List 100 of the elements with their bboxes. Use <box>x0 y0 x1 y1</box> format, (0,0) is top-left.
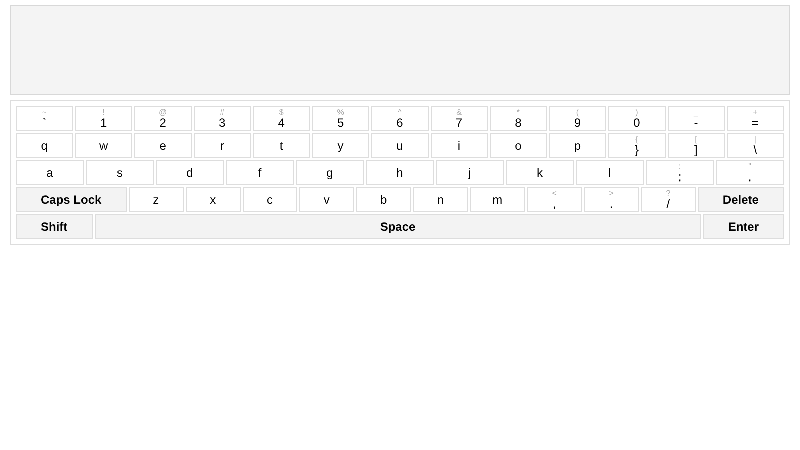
key[interactable]: ( 9 <box>549 106 606 131</box>
shift-symbol: < <box>552 190 557 198</box>
key[interactable]: c <box>242 187 298 212</box>
key-label: 2 <box>160 116 166 128</box>
key[interactable]: @ 2 <box>134 106 192 131</box>
key[interactable]: z <box>128 187 184 212</box>
key[interactable]: g <box>296 160 364 185</box>
shift-symbol: & <box>456 108 462 116</box>
key-label: = <box>752 116 759 128</box>
key[interactable]: _ - <box>668 106 725 131</box>
shift-symbol: ? <box>666 190 671 198</box>
key-label: e <box>160 140 166 152</box>
key-label: w <box>100 140 108 152</box>
key-label: y <box>338 140 344 152</box>
key-label: } <box>634 144 639 156</box>
key[interactable]: Shift <box>16 214 93 239</box>
key-label: k <box>537 166 543 178</box>
key[interactable]: : ; <box>646 160 714 185</box>
key[interactable]: Delete <box>698 187 784 212</box>
key-label: 7 <box>456 116 463 128</box>
key[interactable]: h <box>366 160 434 185</box>
shift-symbol: * <box>516 108 520 116</box>
shift-symbol: % <box>337 108 344 116</box>
key-label: 8 <box>515 116 522 128</box>
key[interactable]: q <box>16 133 74 158</box>
key-label: ; <box>678 170 682 182</box>
key[interactable]: Enter <box>703 214 784 239</box>
key[interactable]: b <box>356 187 412 212</box>
key[interactable]: x <box>186 187 241 212</box>
key[interactable]: ? / <box>640 187 696 212</box>
key[interactable]: % 5 <box>312 106 370 131</box>
key[interactable]: e <box>134 133 192 158</box>
key[interactable]: < , <box>527 187 582 212</box>
key-label: o <box>515 140 522 152</box>
key-label: g <box>326 166 334 178</box>
key[interactable]: * 8 <box>490 106 548 131</box>
shift-symbol: { <box>636 136 638 144</box>
key-label: . <box>610 198 614 210</box>
key-label: u <box>396 140 404 152</box>
key-label: , <box>748 170 752 182</box>
key[interactable]: [ ] <box>668 133 725 158</box>
shift-symbol: " <box>748 162 752 170</box>
key[interactable]: j <box>436 160 504 185</box>
key[interactable]: ~ ` <box>16 106 74 131</box>
text-display[interactable] <box>10 5 790 95</box>
key[interactable]: p <box>549 133 606 158</box>
key[interactable]: ) 0 <box>608 106 666 131</box>
key-label: i <box>458 140 461 152</box>
key-label: l <box>608 166 612 178</box>
shift-symbol: # <box>220 108 225 116</box>
key[interactable]: s <box>86 160 154 185</box>
key-label: a <box>46 166 54 178</box>
key[interactable]: ! 1 <box>75 106 132 131</box>
key-label: r <box>220 140 224 152</box>
key[interactable]: $ 4 <box>252 106 310 131</box>
key[interactable]: " , <box>716 160 784 185</box>
key[interactable]: # 3 <box>194 106 251 131</box>
shift-symbol: > <box>609 190 614 198</box>
key[interactable]: f <box>226 160 294 185</box>
key[interactable]: > . <box>584 187 639 212</box>
key[interactable]: w <box>75 133 132 158</box>
key[interactable]: | \ <box>726 133 784 158</box>
key[interactable]: r <box>194 133 251 158</box>
key-label: - <box>694 116 698 128</box>
key[interactable]: Caps Lock <box>16 187 127 212</box>
shift-symbol: ~ <box>42 108 47 116</box>
key[interactable]: l <box>576 160 644 185</box>
space-bar[interactable]: Space <box>94 214 702 239</box>
key[interactable]: m <box>470 187 526 212</box>
key-label: , <box>552 198 556 210</box>
key-label: 5 <box>337 116 344 128</box>
key-label: p <box>574 140 582 152</box>
key-label: f <box>258 166 262 178</box>
key[interactable]: ^ 6 <box>371 106 429 131</box>
shift-symbol: _ <box>694 108 698 116</box>
key[interactable]: v <box>299 187 354 212</box>
key[interactable]: d <box>156 160 224 185</box>
key[interactable]: { } <box>608 133 666 158</box>
key-label: 3 <box>218 116 226 128</box>
key[interactable]: u <box>371 133 429 158</box>
shift-symbol: | <box>754 136 756 144</box>
shift-symbol: $ <box>279 108 284 116</box>
key[interactable]: i <box>430 133 488 158</box>
key[interactable]: y <box>312 133 370 158</box>
key[interactable]: o <box>490 133 548 158</box>
key[interactable]: & 7 <box>430 106 488 131</box>
shift-symbol: ^ <box>398 108 402 116</box>
key-label: m <box>492 194 503 206</box>
key-label: d <box>186 166 194 178</box>
key[interactable]: k <box>506 160 574 185</box>
key[interactable]: t <box>252 133 310 158</box>
key[interactable]: n <box>413 187 468 212</box>
key-label: \ <box>754 144 758 156</box>
key[interactable]: + = <box>726 106 784 131</box>
shift-symbol: + <box>753 108 758 116</box>
shift-symbol: [ <box>695 136 698 144</box>
key-label: c <box>266 194 273 206</box>
key-label: j <box>468 166 472 178</box>
key-label: ] <box>694 144 698 156</box>
key[interactable]: a <box>16 160 84 185</box>
